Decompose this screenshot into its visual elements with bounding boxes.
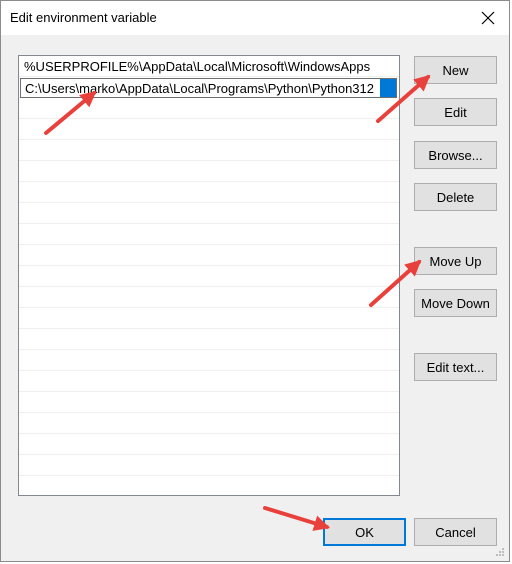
cancel-button[interactable]: Cancel — [414, 518, 497, 546]
ok-button[interactable]: OK — [323, 518, 406, 546]
list-item[interactable] — [19, 329, 399, 350]
list-item[interactable] — [19, 245, 399, 266]
list-item[interactable] — [19, 266, 399, 287]
new-button[interactable]: New — [414, 56, 497, 84]
move-up-button[interactable]: Move Up — [414, 247, 497, 275]
list-item[interactable] — [19, 371, 399, 392]
list-item[interactable] — [19, 392, 399, 413]
close-button[interactable] — [473, 4, 503, 32]
list-item[interactable] — [19, 182, 399, 203]
list-item[interactable]: %USERPROFILE%\AppData\Local\Microsoft\Wi… — [19, 56, 399, 77]
delete-button[interactable]: Delete — [414, 183, 497, 211]
list-item[interactable] — [19, 98, 399, 119]
move-down-button[interactable]: Move Down — [414, 289, 497, 317]
list-item[interactable] — [19, 287, 399, 308]
list-item[interactable] — [19, 350, 399, 371]
edit-text-button[interactable]: Edit text... — [414, 353, 497, 381]
text-selection-highlight — [380, 79, 396, 97]
list-item[interactable] — [19, 161, 399, 182]
list-item[interactable] — [19, 434, 399, 455]
browse-button[interactable]: Browse... — [414, 141, 497, 169]
close-icon — [481, 11, 495, 25]
list-item[interactable] — [19, 224, 399, 245]
list-item-edit-text: C:\Users\marko\AppData\Local\Programs\Py… — [25, 81, 375, 96]
list-item[interactable] — [19, 203, 399, 224]
edit-env-var-dialog: Edit environment variable %USERPROFILE%\… — [0, 0, 510, 562]
list-item[interactable] — [19, 119, 399, 140]
list-item[interactable] — [19, 476, 399, 495]
title-bar: Edit environment variable — [1, 1, 509, 35]
list-item[interactable] — [19, 413, 399, 434]
list-item[interactable] — [19, 140, 399, 161]
path-list[interactable]: %USERPROFILE%\AppData\Local\Microsoft\Wi… — [18, 55, 400, 496]
edit-button[interactable]: Edit — [414, 98, 497, 126]
list-item-edit-field[interactable]: C:\Users\marko\AppData\Local\Programs\Py… — [20, 78, 397, 98]
window-title: Edit environment variable — [10, 10, 157, 25]
list-item[interactable] — [19, 308, 399, 329]
resize-grip-icon[interactable] — [495, 547, 505, 557]
list-item-text: %USERPROFILE%\AppData\Local\Microsoft\Wi… — [24, 59, 371, 74]
list-item[interactable] — [19, 455, 399, 476]
